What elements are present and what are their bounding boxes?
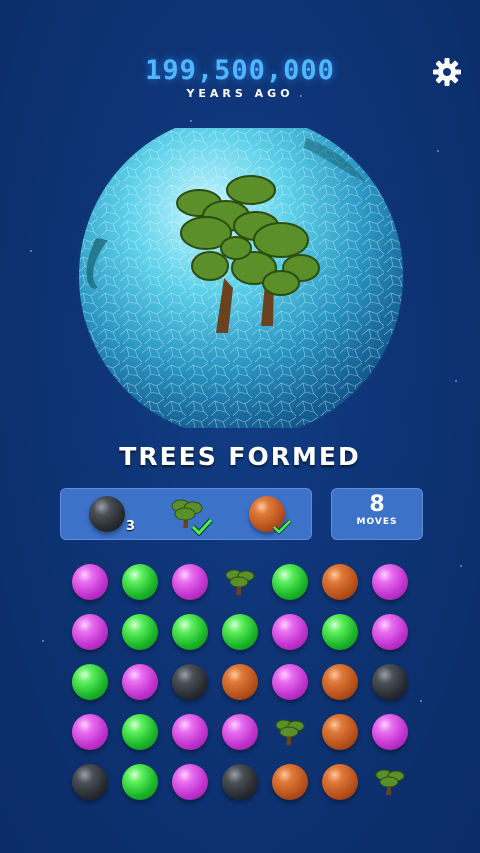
moves-count: 8	[369, 492, 385, 517]
star	[437, 150, 439, 152]
check-icon	[272, 519, 292, 535]
board-orb-magenta[interactable]	[172, 764, 208, 800]
star	[30, 250, 32, 252]
gear-icon	[433, 58, 461, 86]
goals-panel: 3	[60, 488, 312, 540]
moves-counter: 8 MOVES	[331, 488, 423, 540]
star	[190, 120, 192, 122]
star	[455, 380, 457, 382]
board-orb-magenta[interactable]	[372, 714, 408, 750]
board-orb-magenta[interactable]	[72, 564, 108, 600]
board-tile-tree[interactable]	[222, 564, 258, 600]
goal-count: 3	[125, 519, 135, 534]
board-orb-green[interactable]	[322, 614, 358, 650]
board-orb-green[interactable]	[72, 664, 108, 700]
board-orb-brown[interactable]	[322, 714, 358, 750]
board-orb-magenta[interactable]	[222, 714, 258, 750]
milestone-caption: TREES FORMED	[119, 442, 361, 471]
board-orb-green[interactable]	[122, 564, 158, 600]
board-orb-magenta[interactable]	[122, 664, 158, 700]
planet	[76, 111, 406, 441]
board-orb-brown[interactable]	[222, 664, 258, 700]
board-orb-brown[interactable]	[322, 664, 358, 700]
board-orb-green[interactable]	[222, 614, 258, 650]
star	[460, 565, 462, 567]
board-orb-magenta[interactable]	[372, 564, 408, 600]
board-orb-magenta[interactable]	[272, 614, 308, 650]
era-year: 199,500,000	[145, 55, 335, 86]
settings-button[interactable]	[432, 57, 462, 87]
star	[42, 640, 44, 642]
board-orb-brown[interactable]	[322, 564, 358, 600]
board-orb-black[interactable]	[372, 664, 408, 700]
check-icon	[191, 518, 213, 536]
board-orb-brown[interactable]	[322, 764, 358, 800]
board-orb-green[interactable]	[272, 564, 308, 600]
board-orb-magenta[interactable]	[172, 564, 208, 600]
board-orb-magenta[interactable]	[272, 664, 308, 700]
board-orb-magenta[interactable]	[72, 714, 108, 750]
board-orb-green[interactable]	[122, 714, 158, 750]
star	[420, 700, 422, 702]
moves-label: MOVES	[356, 517, 398, 527]
board-orb-magenta[interactable]	[172, 714, 208, 750]
board-tile-tree[interactable]	[372, 764, 408, 800]
planet-illustration	[76, 111, 406, 441]
era-header: 199,500,000 YEARS AGO	[0, 55, 480, 100]
board-orb-green[interactable]	[122, 764, 158, 800]
board-orb-green[interactable]	[122, 614, 158, 650]
board-tile-tree[interactable]	[272, 714, 308, 750]
board-orb-green[interactable]	[172, 614, 208, 650]
board-orb-brown[interactable]	[272, 764, 308, 800]
board-orb-black[interactable]	[172, 664, 208, 700]
black-orb-icon	[89, 496, 125, 532]
board-orb-magenta[interactable]	[372, 614, 408, 650]
goal-tree	[167, 494, 213, 536]
board-orb-magenta[interactable]	[72, 614, 108, 650]
goal-brown-orb	[247, 494, 292, 535]
board-orb-black[interactable]	[222, 764, 258, 800]
board-orb-black[interactable]	[72, 764, 108, 800]
era-years-ago-label: YEARS AGO	[186, 87, 294, 100]
goal-black-orb: 3	[87, 494, 135, 534]
